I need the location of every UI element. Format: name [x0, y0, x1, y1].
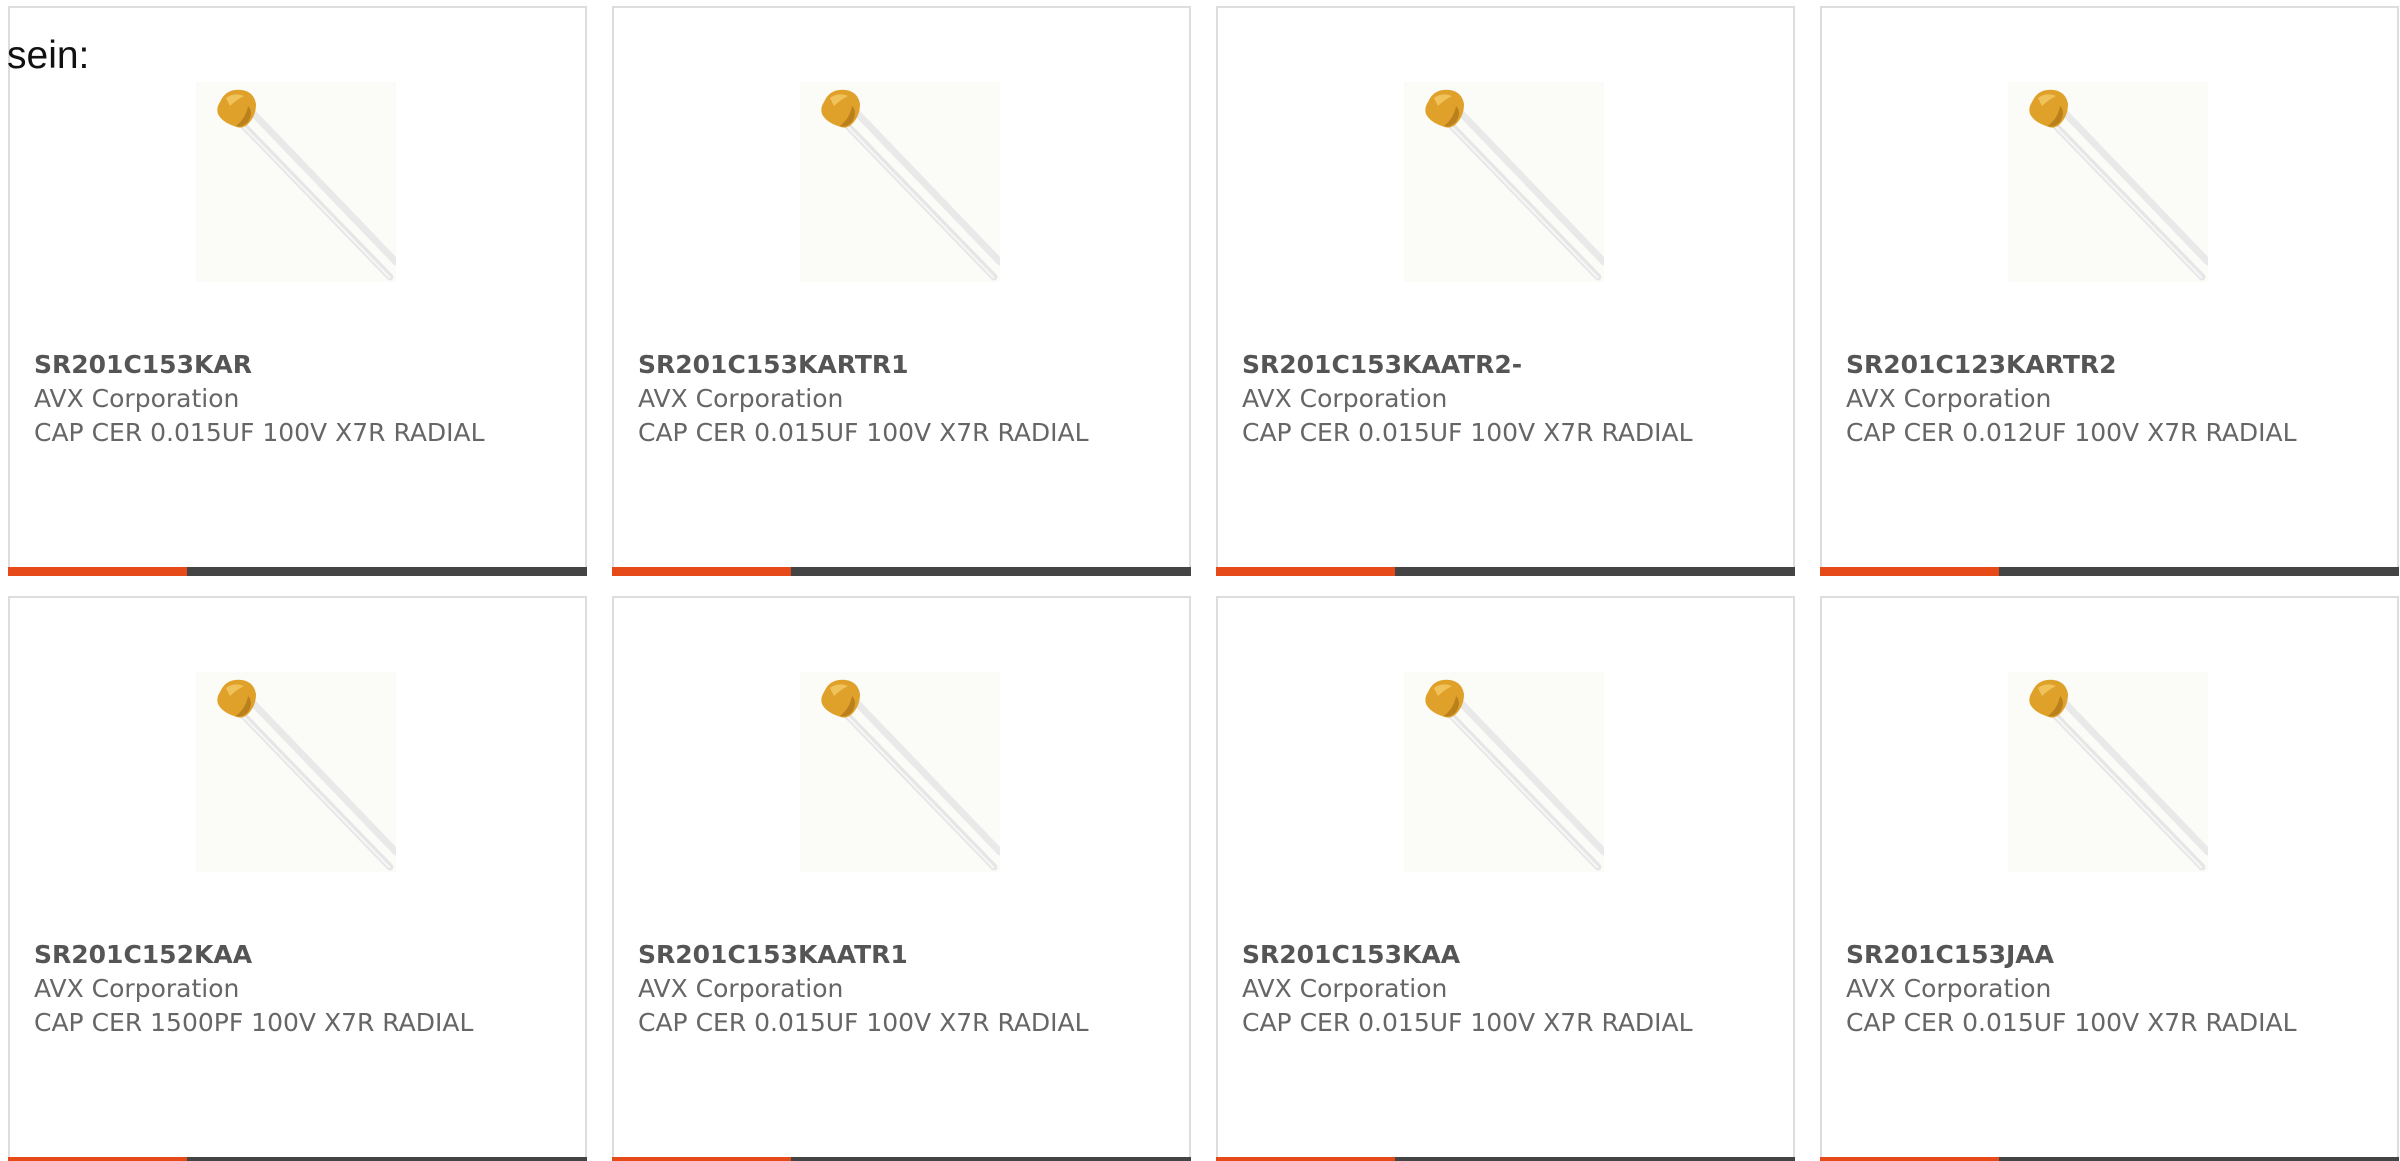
part-number[interactable]: SR201C153KAA — [1242, 938, 1762, 972]
part-number[interactable]: SR201C153KAATR1 — [638, 938, 1158, 972]
manufacturer: AVX Corporation — [1242, 384, 1448, 413]
product-info: SR201C153KAATR1 AVX Corporation CAP CER … — [638, 938, 1158, 1040]
product-info: SR201C152KAA AVX Corporation CAP CER 150… — [34, 938, 554, 1040]
ceramic-capacitor-icon[interactable] — [1404, 672, 1604, 872]
card-bottom-bar — [1820, 1157, 2399, 1161]
card-bottom-bar — [8, 1157, 587, 1161]
card-bottom-bar — [1820, 567, 2399, 576]
product-card-grid: SR201C153KAR AVX Corporation CAP CER 0.0… — [8, 6, 2400, 1161]
product-info: SR201C153KAATR2- AVX Corporation CAP CER… — [1242, 348, 1762, 450]
manufacturer: AVX Corporation — [638, 384, 844, 413]
product-description: CAP CER 0.015UF 100V X7R RADIAL — [638, 1008, 1089, 1037]
product-card[interactable]: SR201C153KAR AVX Corporation CAP CER 0.0… — [8, 6, 587, 576]
product-card[interactable]: SR201C123KARTR2 AVX Corporation CAP CER … — [1820, 6, 2399, 576]
part-number[interactable]: SR201C123KARTR2 — [1846, 348, 2366, 382]
ceramic-capacitor-icon[interactable] — [196, 82, 396, 282]
manufacturer: AVX Corporation — [1846, 384, 2052, 413]
product-grid-page: sein: SR201C153KAR AVX Corporation CAP C… — [0, 0, 2400, 1161]
ceramic-capacitor-icon[interactable] — [800, 82, 1000, 282]
ceramic-capacitor-icon[interactable] — [196, 672, 396, 872]
product-description: CAP CER 1500PF 100V X7R RADIAL — [34, 1008, 474, 1037]
product-card[interactable]: SR201C153KAA AVX Corporation CAP CER 0.0… — [1216, 596, 1795, 1161]
manufacturer: AVX Corporation — [1846, 974, 2052, 1003]
card-bar-accent — [8, 1157, 188, 1161]
product-description: CAP CER 0.015UF 100V X7R RADIAL — [1242, 1008, 1693, 1037]
part-number[interactable]: SR201C153KARTR1 — [638, 348, 1158, 382]
product-card[interactable]: SR201C152KAA AVX Corporation CAP CER 150… — [8, 596, 587, 1161]
card-bottom-bar — [1216, 1157, 1795, 1161]
product-card[interactable]: SR201C153KARTR1 AVX Corporation CAP CER … — [612, 6, 1191, 576]
manufacturer: AVX Corporation — [34, 974, 240, 1003]
part-number[interactable]: SR201C152KAA — [34, 938, 554, 972]
part-number[interactable]: SR201C153KAR — [34, 348, 554, 382]
product-card[interactable]: SR201C153KAATR1 AVX Corporation CAP CER … — [612, 596, 1191, 1161]
product-description: CAP CER 0.012UF 100V X7R RADIAL — [1846, 418, 2297, 447]
card-bottom-bar — [1216, 567, 1795, 576]
card-bar-accent — [1216, 1157, 1396, 1161]
card-bottom-bar — [612, 1157, 1191, 1161]
product-info: SR201C153KAR AVX Corporation CAP CER 0.0… — [34, 348, 554, 450]
product-info: SR201C123KARTR2 AVX Corporation CAP CER … — [1846, 348, 2366, 450]
part-number[interactable]: SR201C153KAATR2- — [1242, 348, 1762, 382]
manufacturer: AVX Corporation — [638, 974, 844, 1003]
product-description: CAP CER 0.015UF 100V X7R RADIAL — [638, 418, 1089, 447]
product-info: SR201C153KAA AVX Corporation CAP CER 0.0… — [1242, 938, 1762, 1040]
ceramic-capacitor-icon[interactable] — [800, 672, 1000, 872]
product-card[interactable]: SR201C153JAA AVX Corporation CAP CER 0.0… — [1820, 596, 2399, 1161]
card-bar-accent — [1820, 1157, 2000, 1161]
manufacturer: AVX Corporation — [34, 384, 240, 413]
product-info: SR201C153JAA AVX Corporation CAP CER 0.0… — [1846, 938, 2366, 1040]
card-bottom-bar — [8, 567, 587, 576]
ceramic-capacitor-icon[interactable] — [2008, 82, 2208, 282]
ceramic-capacitor-icon[interactable] — [1404, 82, 1604, 282]
intro-text: sein: — [7, 34, 90, 77]
product-description: CAP CER 0.015UF 100V X7R RADIAL — [34, 418, 485, 447]
part-number[interactable]: SR201C153JAA — [1846, 938, 2366, 972]
card-bar-accent — [8, 567, 188, 576]
product-description: CAP CER 0.015UF 100V X7R RADIAL — [1846, 1008, 2297, 1037]
card-bar-accent — [612, 1157, 792, 1161]
product-info: SR201C153KARTR1 AVX Corporation CAP CER … — [638, 348, 1158, 450]
product-description: CAP CER 0.015UF 100V X7R RADIAL — [1242, 418, 1693, 447]
manufacturer: AVX Corporation — [1242, 974, 1448, 1003]
card-bottom-bar — [612, 567, 1191, 576]
card-bar-accent — [1820, 567, 2000, 576]
card-bar-accent — [1216, 567, 1396, 576]
card-bar-accent — [612, 567, 792, 576]
ceramic-capacitor-icon[interactable] — [2008, 672, 2208, 872]
product-card[interactable]: SR201C153KAATR2- AVX Corporation CAP CER… — [1216, 6, 1795, 576]
